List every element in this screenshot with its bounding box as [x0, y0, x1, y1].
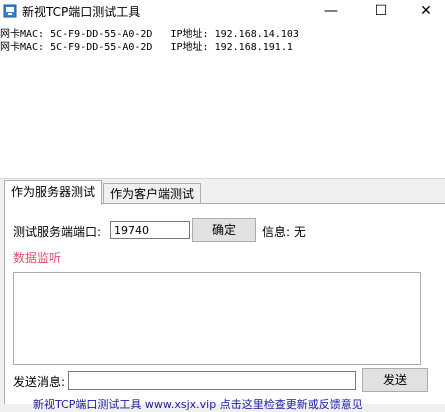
tab-strip: 作为服务器测试 作为客户端测试	[0, 180, 445, 205]
network-info-list: 网卡MAC: 5C-F9-DD-55-A0-2D IP地址: 192.168.1…	[0, 22, 445, 179]
port-label: 测试服务端端口:	[13, 225, 102, 239]
data-monitor-textarea[interactable]	[13, 272, 421, 365]
server-test-panel: 测试服务端端口: 确定 信息: 无 数据监听 发送消息: 发送 新视TCP端口测…	[4, 203, 445, 411]
maximize-icon[interactable]: ☐	[358, 0, 404, 22]
minimize-icon[interactable]: —	[308, 0, 354, 22]
send-button[interactable]: 发送	[362, 368, 428, 392]
title-bar[interactable]: 新视TCP端口测试工具 — ☐ ✕	[0, 0, 445, 22]
footer-link[interactable]: 新视TCP端口测试工具 www.xsjx.vip 点击这里检查更新或反馈意见	[33, 396, 363, 412]
tab-client-test[interactable]: 作为客户端测试	[103, 183, 202, 204]
app-icon	[3, 4, 17, 18]
tab-server-test[interactable]: 作为服务器测试	[4, 180, 103, 205]
window-title: 新视TCP端口测试工具	[22, 5, 141, 19]
send-message-input[interactable]	[68, 371, 356, 390]
close-icon[interactable]: ✕	[403, 0, 445, 22]
confirm-button[interactable]: 确定	[192, 218, 256, 242]
network-info-line: 网卡MAC: 5C-F9-DD-55-A0-2D IP地址: 192.168.1…	[0, 42, 293, 53]
port-input[interactable]	[110, 221, 190, 239]
send-label: 发送消息:	[13, 375, 66, 389]
info-status: 信息: 无	[262, 225, 306, 239]
data-monitor-label: 数据监听	[13, 251, 62, 265]
